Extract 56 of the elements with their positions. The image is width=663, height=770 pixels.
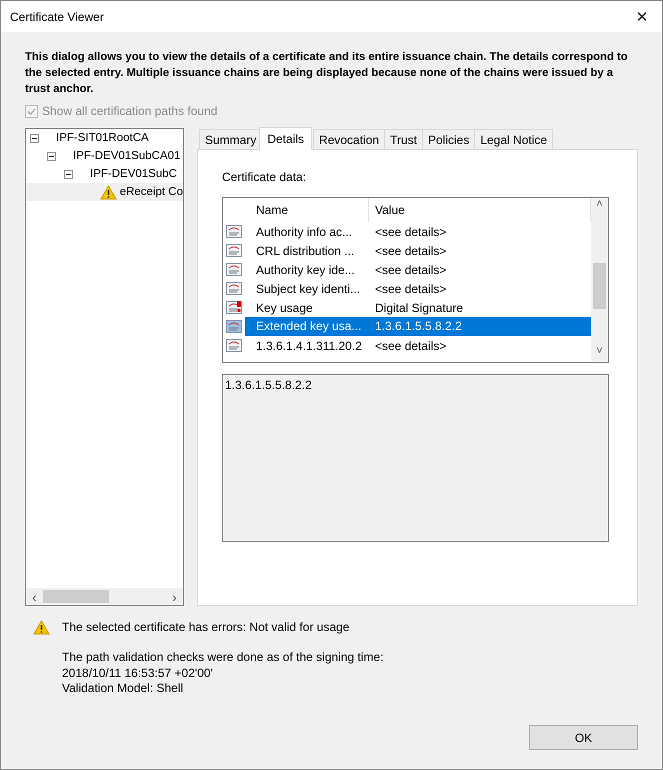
field-name: Subject key identi... [255, 282, 362, 296]
column-header[interactable]: Name [245, 198, 369, 222]
intro-text: This dialog allows you to view the details of a certificate and its entire issuance chain. The details correspond to the selected entry. Multiple issuance chains are being displayed because none of the chains were issued by a trust anchor. [25, 50, 629, 97]
certificate-data-label: Certificate data: [222, 170, 308, 185]
scroll-down-button[interactable]: ˅ [591, 345, 608, 362]
field-value: 1.3.6.1.5.5.8.2.2 [369, 317, 591, 336]
ok-button[interactable]: OK [529, 725, 638, 750]
list-row[interactable]: Subject key identi... <see details> [223, 279, 591, 298]
field-value: <see details> [374, 244, 448, 258]
field-value: Digital Signature [374, 300, 464, 314]
tree-item[interactable]: IPF-DEV01SubCA01 [26, 147, 183, 165]
list-row[interactable]: Key usage Digital Signature [223, 298, 591, 317]
tab[interactable]: Revocation [313, 129, 386, 149]
scroll-up-button[interactable]: ˄ [591, 198, 608, 215]
list-row[interactable]: CRL distribution ... <see details> [223, 241, 591, 260]
field-name: Authority info ac... [255, 224, 354, 238]
tree-label: IPF-SIT01RootCA [56, 132, 149, 144]
tree-label: eReceipt Co [120, 186, 183, 198]
field-value: <see details> [374, 282, 448, 296]
validation-info-text: Validation Model: Shell [62, 681, 184, 696]
tab[interactable]: Legal Notice [474, 129, 554, 149]
list-row[interactable]: 1.3.6.1.4.1.311.20.2 <see details> [223, 336, 591, 355]
window-title: Certificate Viewer [10, 10, 104, 24]
value-text-area[interactable]: 1.3.6.1.5.5.8.2.2 [222, 374, 609, 542]
collapse-icon[interactable] [64, 170, 72, 178]
field-value: <see details> [374, 338, 448, 352]
tree-item[interactable]: eReceipt Co [26, 183, 183, 201]
field-name: CRL distribution ... [255, 244, 356, 258]
field-name: Authority key ide... [255, 262, 356, 276]
close-button[interactable]: ✕ [622, 1, 662, 32]
tree-label: IPF-DEV01SubC [90, 168, 177, 180]
tab[interactable]: Details [259, 127, 312, 150]
error-message: The selected certificate has errors: Not valid for usage [62, 620, 350, 635]
horizontal-scrollbar[interactable]: ‹ › [26, 588, 183, 605]
field-name: Key usage [255, 300, 314, 314]
validation-info-text: The path validation checks were done as of the signing time: [62, 650, 384, 666]
list-row[interactable]: Authority info ac... <see details> [223, 222, 591, 241]
field-name: Extended key usa... [245, 317, 369, 336]
tree-item[interactable]: IPF-SIT01RootCA [26, 129, 183, 147]
list-row[interactable]: Authority key ide... <see details> [223, 260, 591, 279]
scrollbar-thumb[interactable] [593, 263, 606, 309]
scrollbar-thumb[interactable] [43, 590, 109, 603]
warning-icon [33, 620, 50, 635]
field-name: 1.3.6.1.4.1.311.20.2 [255, 338, 363, 352]
checkbox-label: Show all certification paths found [42, 104, 218, 118]
collapse-icon[interactable] [30, 134, 38, 142]
field-value: <see details> [374, 262, 448, 276]
validation-info-text: 2018/10/11 16:53:57 +02'00' [62, 666, 214, 681]
scroll-left-button[interactable]: ‹ [26, 588, 43, 604]
list-row[interactable]: Extended key usa... 1.3.6.1.5.5.8.2.2 [223, 317, 591, 336]
collapse-icon[interactable] [46, 152, 56, 160]
vertical-scrollbar[interactable]: ˄ ˅ [591, 198, 608, 362]
tree-item[interactable]: IPF-DEV01SubC [26, 165, 183, 183]
scroll-right-button[interactable]: › [166, 588, 183, 604]
field-value: <see details> [374, 224, 448, 238]
tree-label: IPF-DEV01SubCA01 [73, 150, 180, 162]
